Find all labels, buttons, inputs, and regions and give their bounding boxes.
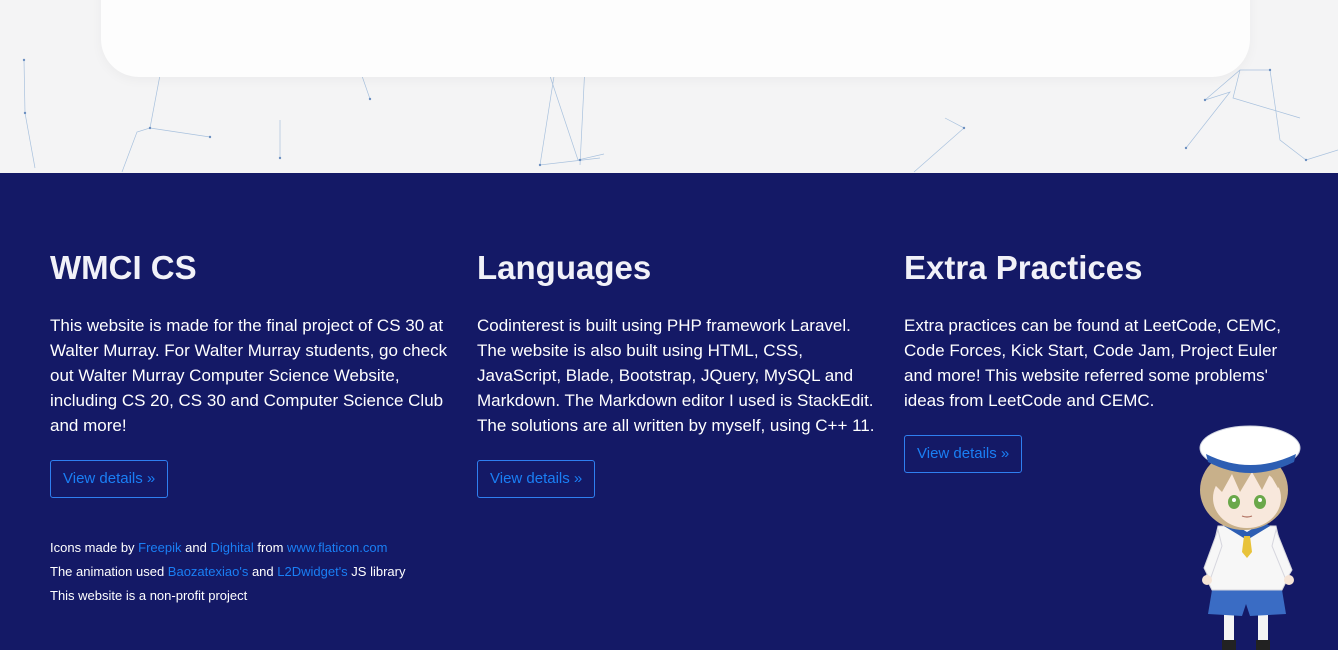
column-title: Languages <box>477 249 652 286</box>
column-body: Codinterest is built using PHP framework… <box>477 316 875 435</box>
l2dwidget-link[interactable]: L2Dwidget's <box>277 564 347 579</box>
view-details-button[interactable]: View details » <box>904 435 1023 473</box>
footer: WMCI CS This website is made for the fin… <box>0 173 1338 650</box>
credits-text: and <box>181 540 211 555</box>
baozatexiao-link[interactable]: Baozatexiao's <box>168 564 249 579</box>
network-background <box>0 0 1338 173</box>
column-body: This website is made for the final proje… <box>50 316 448 435</box>
credits: Icons made by Freepik and Dighital from … <box>50 536 450 608</box>
column-body: Extra practices can be found at LeetCode… <box>904 316 1282 410</box>
view-details-button[interactable]: View details » <box>477 460 596 498</box>
dighital-link[interactable]: Dighital <box>210 540 253 555</box>
credits-text: and <box>248 564 278 579</box>
footer-column-wmci-cs: WMCI CS This website is made for the fin… <box>50 249 450 608</box>
credits-line-icons: Icons made by Freepik and Dighital from … <box>50 536 450 560</box>
footer-column-languages: Languages Codinterest is built using PHP… <box>477 249 877 498</box>
column-title: Extra Practices <box>904 249 1143 286</box>
column-title: WMCI CS <box>50 249 197 286</box>
freepik-link[interactable]: Freepik <box>138 540 181 555</box>
credits-text: from <box>253 540 288 555</box>
live2d-mascot[interactable] <box>1192 418 1302 650</box>
content-card-bottom <box>101 0 1250 77</box>
credits-text: Icons made by <box>50 540 139 555</box>
view-details-button[interactable]: View details » <box>50 460 169 498</box>
credits-text: JS library <box>347 564 406 579</box>
credits-line-nonprofit: This website is a non-profit project <box>50 588 248 603</box>
credits-text: The animation used <box>50 564 168 579</box>
flaticon-link[interactable]: www.flaticon.com <box>287 540 387 555</box>
credits-line-animation: The animation used Baozatexiao's and L2D… <box>50 560 450 584</box>
